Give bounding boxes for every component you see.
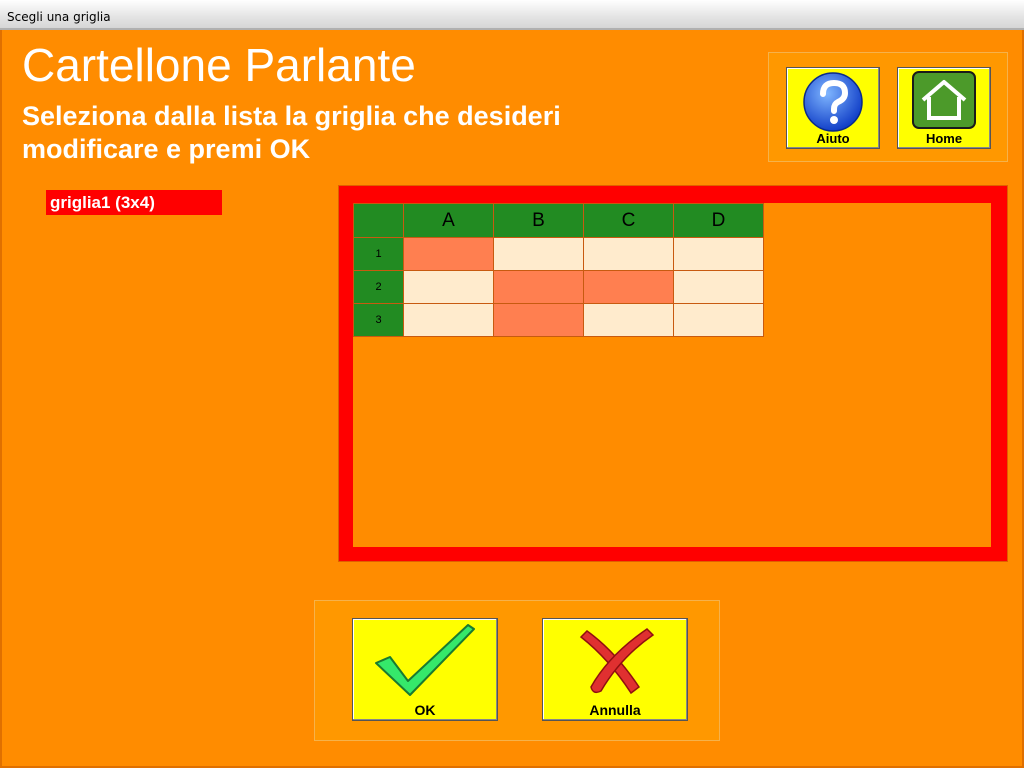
grid-cell: [403, 303, 494, 337]
help-label: Aiuto: [816, 131, 850, 146]
grid-cell: [493, 270, 584, 304]
ok-label: OK: [414, 702, 436, 718]
page-title: Cartellone Parlante: [22, 39, 416, 91]
checkmark-icon: [375, 624, 475, 696]
question-icon: [803, 72, 863, 132]
cancel-label: Annulla: [589, 702, 641, 718]
row-header: 2: [353, 270, 404, 304]
grid-cell: [673, 270, 764, 304]
grid-cell: [583, 270, 674, 304]
cancel-button[interactable]: Annulla: [542, 618, 688, 721]
grid-preview: A B C D 1 2 3: [338, 185, 1008, 562]
column-header: B: [493, 203, 584, 238]
grid-preview-canvas: A B C D 1 2 3: [353, 203, 991, 547]
grid-cell: [493, 303, 584, 337]
row-header: 1: [353, 237, 404, 271]
grid-cell: [493, 237, 584, 271]
cross-icon: [579, 628, 655, 695]
home-button[interactable]: Home: [897, 67, 991, 149]
help-button[interactable]: Aiuto: [786, 67, 880, 149]
page-instructions: Seleziona dalla lista la griglia che des…: [22, 101, 561, 164]
window-title: Scegli una griglia: [7, 10, 111, 24]
grid-cell: [583, 237, 674, 271]
grid-cell: [673, 237, 764, 271]
window-titlebar: Scegli una griglia: [0, 0, 1024, 30]
action-panel: OK Annulla: [314, 600, 720, 741]
house-icon: [912, 71, 976, 129]
preview-grid-table: A B C D 1 2 3: [353, 203, 764, 337]
grid-cell: [403, 237, 494, 271]
grid-cell: [583, 303, 674, 337]
top-toolbar: Aiuto Home: [768, 52, 1008, 162]
ok-button[interactable]: OK: [352, 618, 498, 721]
grid-corner-cell: [353, 203, 404, 238]
row-header: 3: [353, 303, 404, 337]
grid-cell: [673, 303, 764, 337]
grid-list-item[interactable]: griglia1 (3x4): [46, 190, 222, 215]
column-header: D: [673, 203, 764, 238]
column-header: A: [403, 203, 494, 238]
grid-list: griglia1 (3x4): [46, 190, 222, 215]
grid-cell: [403, 270, 494, 304]
column-header: C: [583, 203, 674, 238]
home-label: Home: [925, 131, 963, 146]
